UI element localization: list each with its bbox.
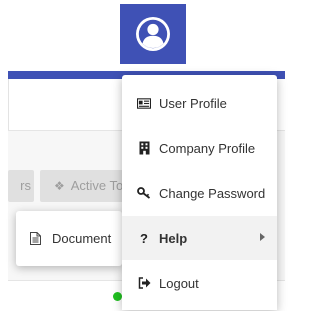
key-icon <box>137 186 151 200</box>
sign-out-icon <box>137 276 151 290</box>
user-avatar-button[interactable] <box>120 4 186 64</box>
filter-tab-users[interactable]: rs <box>8 170 34 202</box>
help-submenu: Document <box>16 211 122 266</box>
filter-tab-active-label: Active To <box>70 178 124 193</box>
submenu-item-document[interactable]: Document <box>16 211 122 266</box>
menu-item-label: Logout <box>159 275 199 291</box>
menu-item-label: Change Password <box>159 185 266 201</box>
document-icon <box>30 231 44 246</box>
menu-item-change-password[interactable]: Change Password <box>122 171 277 215</box>
chevron-right-icon <box>260 233 265 241</box>
menu-item-label: Company Profile <box>159 140 256 156</box>
menu-item-user-profile[interactable]: User Profile <box>122 81 277 125</box>
menu-item-logout[interactable]: Logout <box>122 261 277 305</box>
submenu-item-document-label: Document <box>52 231 112 246</box>
id-card-icon <box>137 96 151 110</box>
building-icon <box>137 141 151 155</box>
filter-tab-users-label: rs <box>20 178 31 193</box>
status-indicator <box>113 292 122 301</box>
menu-item-help[interactable]: ? Help <box>122 216 277 260</box>
user-avatar-icon <box>136 17 170 51</box>
menu-item-company-profile[interactable]: Company Profile <box>122 126 277 170</box>
user-dropdown-menu: User Profile Company Profile Change Pass… <box>122 75 277 310</box>
question-icon: ? <box>140 230 148 246</box>
menu-item-label: User Profile <box>159 95 227 111</box>
tag-icon: ❖ <box>54 179 65 193</box>
